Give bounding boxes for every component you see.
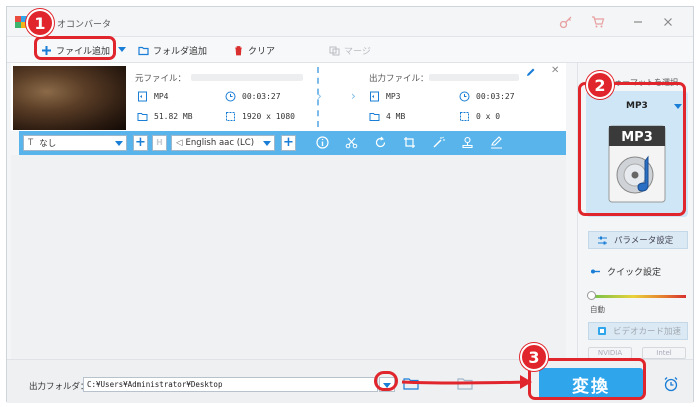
subtitle-select[interactable]: T なし — [23, 135, 127, 151]
output-format: MP3 — [369, 91, 400, 102]
clock-icon — [225, 91, 236, 102]
merge-label: マージ — [344, 46, 371, 57]
output-duration: 00:03:27 — [459, 91, 515, 102]
crop-icon[interactable] — [403, 136, 416, 149]
output-file-name — [429, 74, 519, 81]
chevron-down-icon — [115, 141, 123, 146]
source-file-name — [191, 74, 303, 81]
add-folder-label: フォルダ追加 — [153, 46, 208, 57]
auto-label: 自動 — [590, 305, 605, 314]
add-file-dropdown-icon[interactable] — [118, 47, 126, 52]
edit-pen-icon[interactable] — [490, 136, 503, 149]
resolution-icon — [226, 112, 235, 121]
folder-icon — [138, 46, 149, 55]
quality-slider[interactable] — [590, 295, 686, 298]
chevron-down-icon — [263, 141, 271, 146]
minimize-icon[interactable] — [631, 15, 645, 29]
watermark-icon[interactable] — [461, 136, 474, 149]
settings-sliders-icon — [598, 236, 607, 244]
chevron-right-icon: › — [351, 89, 356, 103]
file-list-area[interactable] — [11, 155, 566, 359]
parameter-settings-button[interactable]: パラメータ設定 — [588, 231, 688, 249]
resolution-icon — [460, 112, 469, 121]
clear-label: クリア — [248, 46, 276, 57]
app-title: オコンバータ — [57, 20, 112, 30]
chevron-right-icon: › — [317, 89, 322, 103]
format-icon — [370, 91, 379, 102]
key-icon[interactable] — [559, 15, 573, 29]
scissors-icon[interactable] — [345, 136, 358, 149]
clock-icon — [459, 91, 470, 102]
close-icon[interactable] — [661, 15, 675, 29]
add-folder-button[interactable]: フォルダ追加 — [138, 43, 207, 57]
audio-track-select[interactable]: ◁ English aac (LC) — [171, 135, 275, 151]
step2-badge: 2 — [586, 71, 614, 99]
hardsub-icon[interactable]: H — [152, 135, 167, 151]
chip-icon — [598, 327, 606, 335]
gpu-acceleration-button[interactable]: ビデオカード加速 — [588, 322, 688, 340]
quick-settings-label: クイック設定 — [590, 265, 661, 278]
merge-button[interactable]: マージ — [329, 43, 371, 57]
merge-icon — [329, 46, 340, 55]
text-icon: T — [28, 138, 34, 148]
arrow-icon — [401, 375, 532, 389]
file-item[interactable]: 元ファイル： MP4 00:03:27 51.82 MB 1920 x 1080… — [11, 63, 566, 131]
add-audio-button[interactable]: + — [281, 135, 296, 151]
alarm-clock-icon[interactable] — [663, 376, 679, 392]
intel-badge: Intel — [642, 347, 686, 359]
trash-icon — [235, 45, 242, 55]
format-icon — [138, 91, 147, 102]
clear-button[interactable]: クリア — [233, 43, 275, 57]
remove-file-icon[interactable]: ✕ — [551, 65, 559, 76]
source-file-label: 元ファイル： — [135, 74, 187, 84]
source-resolution: 1920 x 1080 — [225, 111, 295, 122]
output-size: 4 MB — [369, 111, 405, 122]
output-resolution: 0 x 0 — [459, 111, 500, 122]
folder-icon — [369, 113, 380, 121]
step1-badge: 1 — [26, 9, 54, 37]
output-folder-input[interactable]: C:¥Users¥Administrator¥Desktop — [83, 377, 378, 392]
info-icon[interactable] — [316, 136, 329, 149]
add-subtitle-button[interactable]: + — [133, 135, 148, 151]
source-format: MP4 — [137, 91, 168, 102]
output-file-label: 出力ファイル： — [369, 74, 429, 84]
step1-highlight — [34, 36, 116, 60]
step2-highlight — [578, 82, 686, 216]
quality-slider-handle[interactable] — [587, 291, 596, 300]
quick-settings-icon — [591, 269, 600, 274]
rotate-icon[interactable] — [374, 136, 387, 149]
edit-toolbar: T なし + H ◁ English aac (LC) + — [19, 131, 566, 155]
folder-icon — [137, 113, 148, 121]
source-duration: 00:03:27 — [225, 91, 281, 102]
output-folder-label: 出力フォルダ： — [29, 382, 89, 392]
effects-icon[interactable] — [432, 136, 445, 149]
cart-icon[interactable] — [591, 15, 605, 29]
source-size: 51.82 MB — [137, 111, 193, 122]
speaker-icon: ◁ — [176, 138, 183, 148]
video-thumbnail[interactable] — [13, 66, 126, 130]
title-bar: オコンバータ — [7, 7, 693, 37]
edit-icon[interactable] — [525, 67, 536, 78]
